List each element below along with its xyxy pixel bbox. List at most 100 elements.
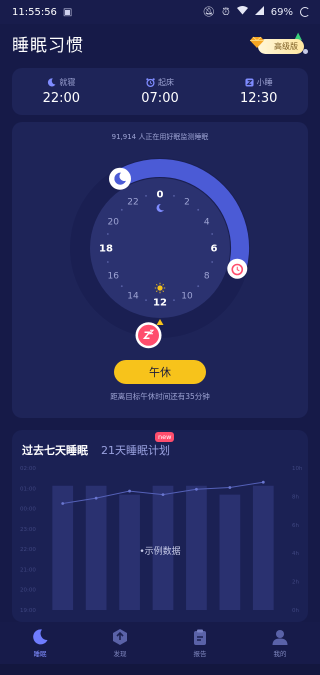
- y-tick-left: 01:00: [20, 486, 36, 492]
- report-icon: [194, 629, 206, 645]
- header: 睡眠习惯 ▲ 高级版: [0, 26, 320, 60]
- schedule-nap-label: 小睡: [256, 78, 273, 87]
- battery-percent: 69%: [270, 6, 293, 18]
- schedule-wake-label: 起床: [158, 78, 174, 87]
- schedule-bedtime[interactable]: 就寝 22:00: [12, 68, 111, 115]
- tab-21-day-plan[interactable]: 21天睡眠计划: [101, 442, 170, 458]
- schedule-nap-time: 12:30: [239, 91, 278, 106]
- profile-icon: [272, 630, 288, 645]
- schedule-nap[interactable]: 小睡 12:30: [209, 68, 308, 115]
- trend-point-6: [228, 486, 232, 489]
- alarm-icon: ⏰︎: [221, 6, 230, 18]
- schedule-nap-label-row: 小睡: [245, 77, 273, 88]
- hour-dot: [197, 208, 200, 211]
- hour-label-2: 2: [184, 198, 190, 208]
- hour-label-8: 8: [204, 272, 210, 282]
- clock-card: 91,914 人正在用好眠监测睡眠 0 2 4 6 8 10 12 14 16 18 20 22 午休…: [12, 122, 308, 418]
- alarm-clock-icon: [146, 78, 155, 87]
- wifi-icon: [236, 6, 248, 18]
- status-time: 11:55:56: [12, 6, 57, 18]
- example-data-label: •示例数据: [139, 547, 181, 557]
- hour-label-20: 20: [108, 218, 120, 228]
- dial-sun-icon: [157, 285, 163, 291]
- new-badge: new: [155, 432, 175, 442]
- sleep-chart: 02:0001:0000:0023:0022:0021:0020:0019:00…: [20, 466, 303, 614]
- nap-knob-fill: [138, 324, 160, 346]
- hour-label-10: 10: [181, 291, 193, 301]
- schedule-bedtime-time: 22:00: [42, 91, 81, 106]
- hour-label-18: 18: [99, 244, 113, 255]
- hour-dot: [120, 285, 123, 288]
- sleep-clock-dial[interactable]: 0 2 4 6 8 10 12 14 16 18 20 22: [12, 122, 308, 362]
- trend-point-2: [94, 496, 98, 500]
- stats-card: 02:00 01:00 00:00 23:00 22:00 21:00 20:00 19:00…: [12, 430, 308, 622]
- nap-icon: [245, 78, 254, 87]
- schedule-wake[interactable]: 起床 07:00: [111, 68, 210, 115]
- hour-label-14: 14: [127, 291, 139, 301]
- hour-dot: [145, 194, 147, 197]
- y-tick-left: 23:00: [20, 527, 36, 533]
- battery-icon: [300, 7, 310, 17]
- y-tick-right: 6h: [292, 523, 299, 529]
- y-tick-left: 20:00: [20, 588, 36, 594]
- premium-dot: [303, 49, 308, 54]
- y-tick-left: 21:00: [20, 567, 36, 573]
- premium-button[interactable]: ▲ 高级版: [244, 31, 308, 55]
- mute-icon: 🔕︎: [202, 6, 215, 18]
- trend-point-7: [261, 480, 265, 484]
- signal-icon: [254, 6, 264, 18]
- status-bar: 11:55:56 ▣ 🔕︎ ⏰︎ 69%: [0, 0, 320, 24]
- tab-report[interactable]: 报告: [160, 622, 240, 664]
- schedule-wake-label-row: 起床: [146, 77, 174, 88]
- tab-profile[interactable]: 我的: [240, 622, 320, 664]
- hour-label-0: 0: [157, 190, 164, 201]
- nap-hint: 距离目标午休时间还有35分钟: [110, 392, 210, 401]
- trend-point-3: [128, 489, 131, 493]
- trend-point-5: [195, 487, 198, 491]
- y-tick-left: 19:00: [20, 608, 36, 614]
- schedule-card: 就寝 22:00 起床 07:00 小睡 12:30: [12, 68, 308, 115]
- y-tick-right: 0h: [292, 608, 299, 614]
- system-nav-bar: [0, 664, 320, 675]
- image-icon: ▣: [62, 6, 73, 18]
- schedule-wake-time: 07:00: [141, 91, 179, 106]
- nap-button[interactable]: 午休: [114, 360, 206, 384]
- hour-dot: [197, 285, 200, 288]
- y-tick-right: 2h: [292, 580, 299, 586]
- hour-label-6: 6: [211, 244, 218, 255]
- tab-past-7-days[interactable]: 过去七天睡眠: [22, 442, 88, 458]
- hour-dot: [211, 233, 214, 235]
- hour-dot: [211, 261, 214, 263]
- discover-icon: [113, 629, 127, 645]
- tab-sleep-label: 睡眠: [33, 650, 47, 658]
- y-tick-right: 8h: [292, 494, 299, 500]
- hour-dot: [106, 261, 109, 263]
- tab-discover[interactable]: 发现: [80, 622, 160, 664]
- diamond-icon: [250, 36, 264, 48]
- hour-dot: [173, 299, 175, 302]
- schedule-bedtime-label-row: 就寝: [47, 77, 75, 88]
- hour-dot: [173, 194, 175, 197]
- hour-dot: [106, 233, 109, 235]
- hour-label-16: 16: [108, 272, 120, 282]
- hour-label-4: 4: [204, 218, 210, 228]
- tab-sleep[interactable]: 睡眠: [0, 622, 80, 664]
- status-right-group: 🔕︎ ⏰︎ 69%: [202, 6, 310, 18]
- trend-point-1: [61, 502, 65, 505]
- premium-label: 高级版: [258, 39, 304, 54]
- y-tick-left: 02:00: [20, 466, 36, 472]
- bottom-tab-bar: 睡眠 发现 报告 我的: [0, 622, 320, 664]
- tab-profile-label: 我的: [273, 650, 287, 658]
- tab-discover-label: 发现: [113, 650, 127, 658]
- page-title: 睡眠习惯: [12, 35, 84, 56]
- y-tick-right: 10h: [292, 466, 303, 472]
- moon-icon: [33, 629, 48, 645]
- hour-label-12: 12: [153, 298, 167, 309]
- moon-icon: [48, 78, 56, 87]
- schedule-bedtime-label: 就寝: [59, 78, 76, 87]
- hour-dot: [145, 299, 147, 302]
- hour-label-22: 22: [127, 198, 138, 208]
- tab-report-label: 报告: [193, 650, 207, 658]
- trend-point-4: [161, 493, 165, 497]
- hour-dot: [120, 208, 123, 211]
